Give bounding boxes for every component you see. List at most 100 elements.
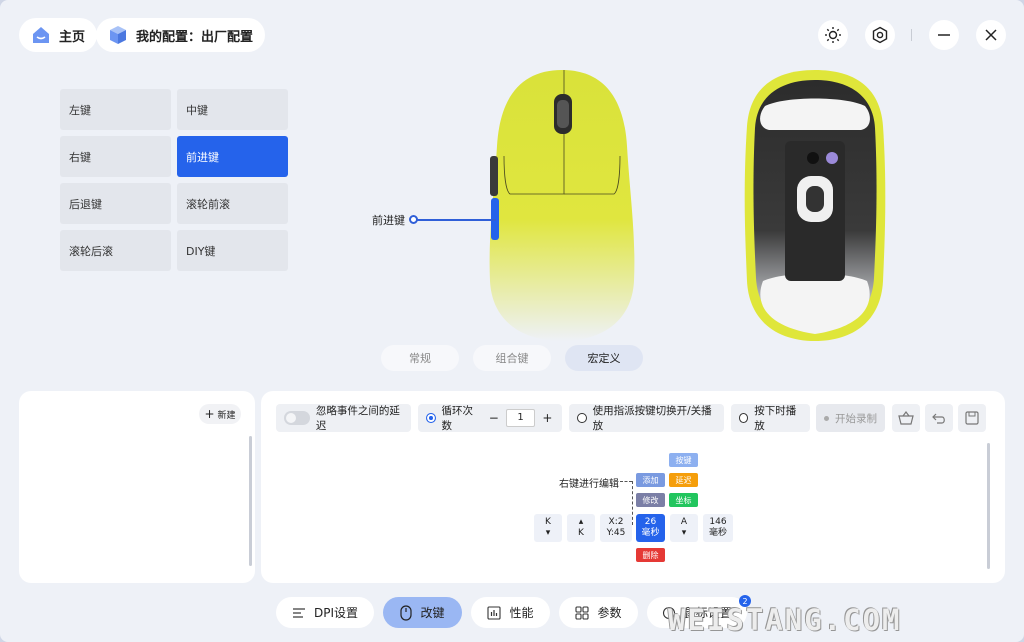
new-macro-label: 新建 [217, 410, 236, 421]
assign-toggle-option[interactable]: 使用指派按键切换开/关播放 [569, 404, 724, 432]
undo-button[interactable] [925, 404, 953, 432]
callout-label: 前进键 [372, 214, 405, 227]
chip-label: 删除 [642, 550, 659, 560]
loop-label: 循环次数 [441, 405, 474, 432]
ignore-delay-toggle[interactable]: 忽略事件之间的延迟 [276, 404, 411, 432]
seq-top: 26 [644, 517, 657, 527]
tab-normal[interactable]: 常规 [381, 345, 459, 371]
assign-radio[interactable] [577, 413, 587, 423]
seq-bottom: Y:45 [606, 528, 626, 538]
increment-button[interactable]: + [541, 411, 554, 425]
chart-icon [487, 605, 502, 620]
key-label: 前进键 [186, 150, 219, 164]
seq-step-coord[interactable]: X:2 Y:45 [600, 514, 632, 542]
tab-label: 常规 [409, 352, 431, 365]
key-back[interactable]: 后退键 [60, 183, 171, 224]
key-label: 中键 [186, 103, 208, 117]
chip-label: 按键 [675, 455, 692, 465]
seq-bottom: ▾ [545, 528, 551, 538]
decrement-button[interactable]: − [487, 411, 500, 425]
hold-radio[interactable] [739, 413, 749, 423]
macro-list-scrollbar[interactable] [249, 436, 252, 566]
plus-icon: + [204, 407, 215, 421]
assign-toggle-label: 使用指派按键切换开/关播放 [592, 405, 712, 432]
tab-label: 组合键 [495, 352, 529, 365]
editor-scrollbar[interactable] [987, 443, 990, 569]
chip-label: 修改 [642, 495, 659, 505]
loop-count-input[interactable]: 1 [506, 409, 535, 427]
key-scroll-up[interactable]: 滚轮前滚 [177, 183, 288, 224]
key-right[interactable]: 右键 [60, 136, 171, 177]
save-button[interactable] [958, 404, 986, 432]
nav-params[interactable]: 参数 [559, 597, 638, 628]
key-label: DIY键 [186, 244, 216, 258]
key-diy[interactable]: DIY键 [177, 230, 288, 271]
nav-keys[interactable]: 改键 [383, 597, 462, 628]
key-label: 滚轮后滚 [69, 244, 113, 258]
hexagon-settings-icon [872, 26, 888, 44]
home-icon [33, 27, 49, 43]
key-label: 左键 [69, 103, 91, 117]
nav-performance[interactable]: 性能 [471, 597, 550, 628]
key-label: 后退键 [69, 197, 102, 211]
seq-step-key-down[interactable]: K ▾ [534, 514, 562, 542]
key-label: 右键 [69, 150, 91, 164]
chip-coord[interactable]: 坐标 [669, 493, 698, 507]
brightness-button[interactable] [818, 20, 848, 50]
minimize-button[interactable] [929, 20, 959, 50]
tab-macro[interactable]: 宏定义 [565, 345, 643, 371]
close-button[interactable] [976, 20, 1006, 50]
seq-top: K [545, 517, 551, 527]
config-label: 我的配置：出厂配置 [136, 29, 254, 45]
chip-key[interactable]: 按键 [669, 453, 698, 467]
grid-icon [575, 605, 590, 620]
start-record-button[interactable]: 开始录制 [816, 404, 885, 432]
close-icon [985, 29, 997, 41]
toggle-switch[interactable] [284, 411, 310, 425]
hold-play-label: 按下时播放 [754, 405, 797, 432]
seq-step-delay[interactable]: 146 毫秒 [703, 514, 733, 542]
new-macro-button[interactable]: + 新建 [199, 404, 241, 424]
chip-delete[interactable]: 删除 [636, 548, 665, 562]
hold-play-option[interactable]: 按下时播放 [731, 404, 810, 432]
key-middle[interactable]: 中键 [177, 89, 288, 130]
app-window: 主页 我的配置：出厂配置 左键 中键 右键 前进键 后退键 滚轮前滚 滚轮后滚 … [0, 0, 1024, 642]
chip-modify[interactable]: 修改 [636, 493, 665, 507]
home-label: 主页 [59, 29, 86, 45]
hint-connector-v [632, 481, 633, 525]
sun-icon [825, 27, 841, 43]
tab-label: 宏定义 [587, 352, 621, 365]
settings-button[interactable] [865, 20, 895, 50]
key-scroll-down[interactable]: 滚轮后滚 [60, 230, 171, 271]
key-forward[interactable]: 前进键 [177, 136, 288, 177]
nav-keys-label: 改键 [420, 606, 445, 620]
loop-count-option[interactable]: 循环次数 − 1 + [418, 404, 562, 432]
callout-dot [409, 215, 418, 224]
seq-step-key-a[interactable]: A ▾ [670, 514, 698, 542]
chip-add[interactable]: 添加 [636, 473, 665, 487]
key-label: 滚轮前滚 [186, 197, 230, 211]
seq-step-delay-selected[interactable]: 26 毫秒 [636, 514, 665, 542]
minimize-icon [938, 34, 950, 36]
undo-icon [932, 413, 945, 424]
seq-top: A [680, 517, 688, 527]
nav-dpi[interactable]: DPI设置 [276, 597, 374, 628]
home-button[interactable]: 主页 [19, 18, 98, 52]
tab-combo[interactable]: 组合键 [473, 345, 551, 371]
cube-icon [110, 26, 126, 44]
mouse-icon [400, 604, 413, 621]
key-left[interactable]: 左键 [60, 89, 171, 130]
loop-radio[interactable] [426, 413, 436, 423]
start-record-label: 开始录制 [835, 412, 877, 425]
record-dot-icon [824, 415, 829, 421]
watermark: WEISTANG.COM [668, 603, 902, 637]
basket-icon [898, 411, 914, 425]
header-divider [911, 29, 912, 41]
chip-delay[interactable]: 延迟 [669, 473, 698, 487]
seq-step-key-up[interactable]: ▴ K [567, 514, 595, 542]
chip-label: 添加 [642, 475, 659, 485]
config-button[interactable]: 我的配置：出厂配置 [96, 18, 266, 52]
seq-bottom: 毫秒 [708, 528, 727, 538]
basket-button[interactable] [892, 404, 920, 432]
nav-dpi-label: DPI设置 [313, 606, 359, 620]
